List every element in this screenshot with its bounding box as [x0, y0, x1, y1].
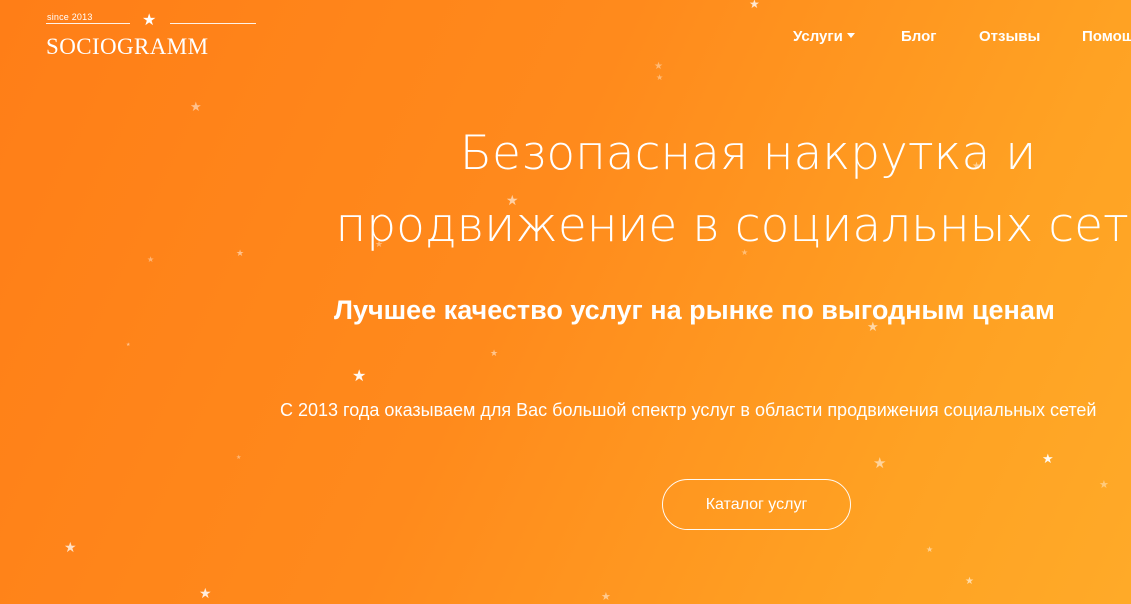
hero-title: Безопасная накрутка и продвижение в соци…: [240, 118, 1131, 262]
catalog-button-label: Каталог услуг: [705, 495, 808, 513]
hero-title-line1: Безопасная накрутка и: [459, 126, 1037, 181]
hero-section: Безопасная накрутка и продвижение в соци…: [0, 0, 1131, 604]
hero-title-line2: продвижение в социальных сетях: [335, 198, 1131, 253]
catalog-button[interactable]: Каталог услуг: [662, 479, 851, 530]
hero-description: С 2013 года оказываем для Вас большой сп…: [280, 400, 1097, 420]
hero-subtitle: Лучшее качество услуг на рынке по выгодн…: [334, 295, 1055, 325]
